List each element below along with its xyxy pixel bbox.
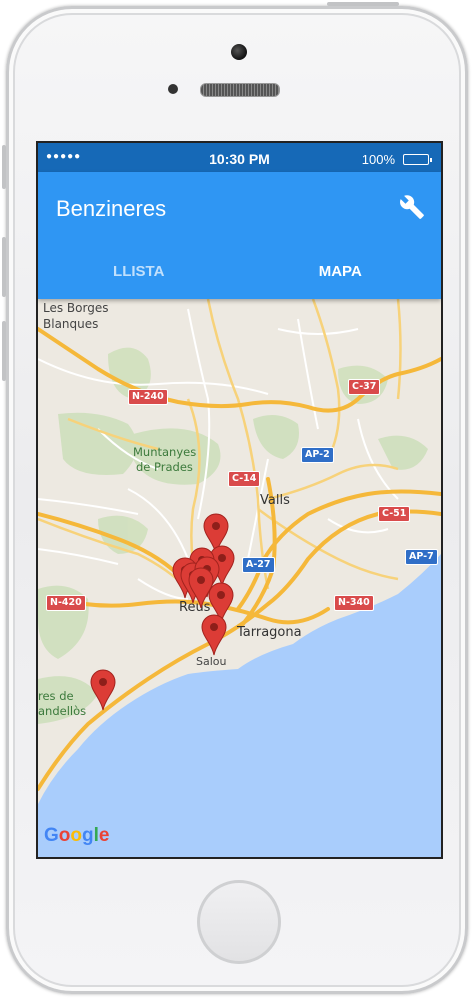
app-title: Benzineres	[56, 196, 167, 221]
home-button[interactable]	[197, 880, 281, 964]
settings-button[interactable]	[399, 194, 425, 220]
road-sign-ap7: AP-7	[405, 549, 438, 565]
map-label-andellos: andellòs	[38, 704, 87, 718]
road-sign-c37: C-37	[348, 379, 381, 395]
battery-icon	[403, 154, 432, 165]
status-bar: ●●●●● 10:30 PM 100%	[38, 143, 441, 172]
tab-mapa[interactable]: MAPA	[240, 252, 442, 299]
map-label-tarragona: Tarragona	[237, 625, 302, 640]
road-sign-n340: N-340	[334, 595, 374, 611]
map-label-de-prades: de Prades	[136, 460, 193, 474]
power-button	[327, 2, 399, 6]
proximity-sensor	[168, 84, 178, 94]
road-sign-n420: N-420	[46, 595, 86, 611]
battery-percent: 100%	[361, 152, 395, 167]
app-bar: Benzineres LLISTA MAPA	[38, 172, 441, 299]
map-label-muntanyes: Muntanyes	[133, 445, 197, 459]
road-sign-a27: A-27	[242, 557, 275, 573]
tab-llista[interactable]: LLISTA	[38, 252, 240, 299]
tab-bar: LLISTA MAPA	[38, 252, 441, 299]
road-sign-n240: N-240	[128, 389, 168, 405]
earpiece-speaker	[200, 83, 280, 97]
map-label-blanques: Blanques	[43, 317, 99, 331]
volume-up-button	[2, 237, 6, 297]
map-view[interactable]: Les Borges Blanques Muntanyes de Prades …	[38, 299, 441, 857]
mute-switch	[2, 145, 6, 189]
road-sign-ap2: AP-2	[301, 447, 334, 463]
map-canvas	[38, 299, 441, 857]
road-sign-c14: C-14	[228, 471, 261, 487]
google-logo: Google	[44, 825, 110, 846]
map-label-valls: Valls	[260, 493, 290, 508]
front-camera	[231, 44, 247, 60]
volume-down-button	[2, 321, 6, 381]
map-label-les-borges: Les Borges	[43, 301, 109, 315]
fuel-station-marker[interactable]	[90, 669, 116, 711]
screen: ●●●●● 10:30 PM 100% Benzineres LLISTA MA…	[36, 141, 443, 859]
map-label-salou: Salou	[196, 655, 227, 668]
road-sign-c51: C-51	[378, 506, 411, 522]
wrench-icon	[400, 195, 424, 219]
fuel-station-marker[interactable]	[201, 614, 227, 656]
map-label-res-de: res de	[38, 689, 74, 703]
